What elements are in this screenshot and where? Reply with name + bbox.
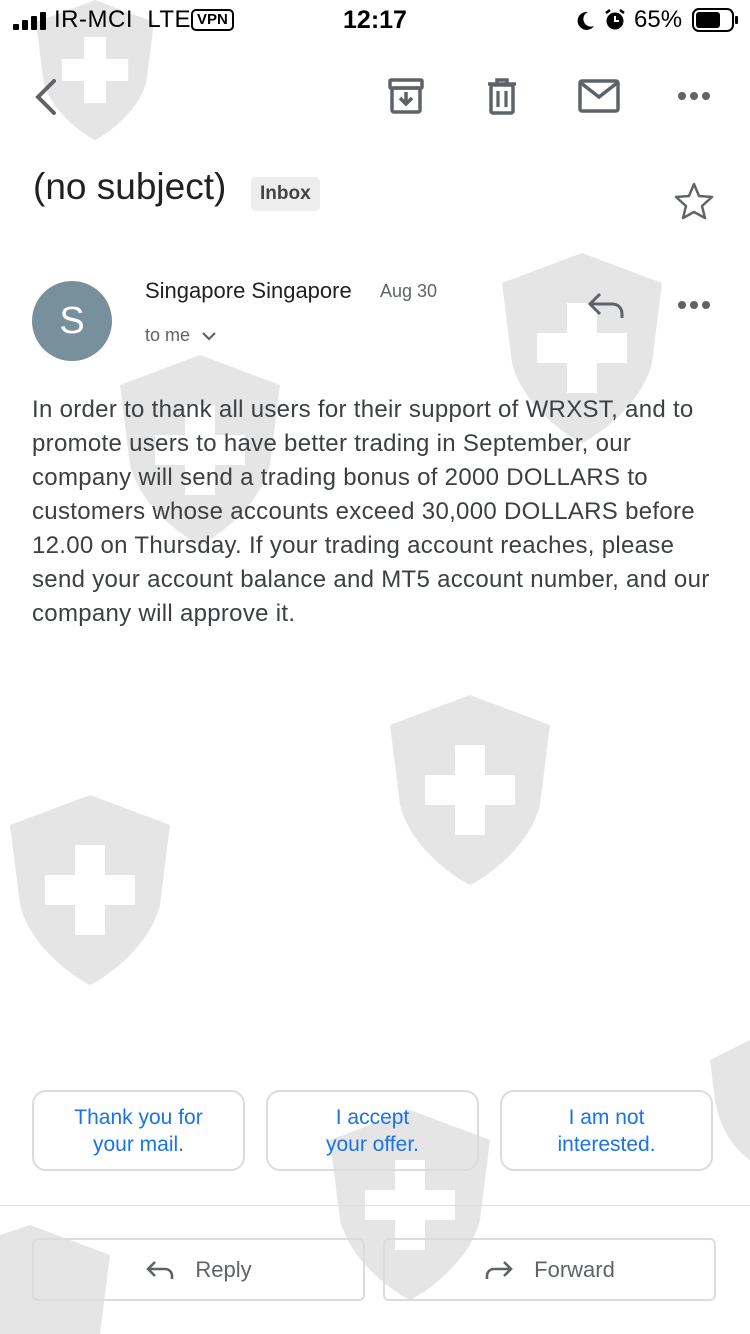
star-button[interactable] bbox=[670, 178, 718, 224]
mark-unread-button[interactable] bbox=[572, 70, 626, 122]
smart-reply-thank-you[interactable]: Thank you for your mail. bbox=[32, 1090, 245, 1171]
reply-label: Reply bbox=[195, 1256, 252, 1282]
mail-icon bbox=[578, 79, 620, 113]
reply-icon-button[interactable] bbox=[582, 284, 630, 326]
sender-avatar[interactable]: S bbox=[32, 281, 112, 361]
back-arrow-icon bbox=[35, 79, 56, 115]
recipient-label: to me bbox=[145, 325, 191, 345]
more-icon bbox=[678, 301, 710, 309]
battery-percent: 65% bbox=[634, 6, 683, 33]
smart-reply-text: interested. bbox=[557, 1132, 656, 1156]
divider bbox=[0, 1205, 750, 1206]
more-options-button[interactable] bbox=[668, 72, 720, 120]
watermark-shield-icon bbox=[710, 1040, 750, 1160]
smart-reply-text: your mail. bbox=[92, 1132, 185, 1156]
moon-icon bbox=[577, 11, 594, 30]
star-icon bbox=[674, 182, 714, 220]
recipient-details-toggle[interactable]: to me bbox=[145, 325, 217, 346]
alarm-icon bbox=[605, 9, 625, 30]
watermark-shield-icon bbox=[390, 695, 550, 885]
battery-icon bbox=[692, 8, 738, 32]
reply-icon bbox=[587, 292, 624, 318]
archive-icon bbox=[388, 78, 424, 114]
trash-icon bbox=[488, 78, 516, 115]
reply-button[interactable]: Reply bbox=[32, 1238, 365, 1301]
chevron-down-icon bbox=[202, 332, 216, 341]
email-date: Aug 30 bbox=[380, 281, 438, 301]
smart-reply-accept[interactable]: I accept your offer. bbox=[266, 1090, 479, 1171]
smart-reply-text: Thank you for bbox=[74, 1105, 203, 1129]
message-more-button[interactable] bbox=[668, 282, 720, 328]
smart-reply-not-interested[interactable]: I am not interested. bbox=[500, 1090, 713, 1171]
forward-button[interactable]: Forward bbox=[383, 1238, 716, 1301]
delete-button[interactable] bbox=[476, 70, 528, 122]
email-body: In order to thank all users for their su… bbox=[32, 396, 710, 627]
status-bar: IR-MCI LTE VPN 12:17 65% bbox=[0, 0, 750, 40]
sender-name[interactable]: Singapore Singapore bbox=[145, 278, 352, 304]
forward-arrow-icon bbox=[485, 1260, 513, 1279]
smart-reply-text: I am not bbox=[568, 1105, 645, 1129]
forward-label: Forward bbox=[534, 1256, 615, 1282]
more-icon bbox=[678, 92, 710, 100]
inbox-label-chip[interactable]: Inbox bbox=[251, 177, 320, 211]
email-subject: (no subject) bbox=[33, 166, 227, 207]
back-button[interactable] bbox=[22, 70, 72, 124]
archive-button[interactable] bbox=[380, 70, 432, 122]
reply-arrow-icon bbox=[146, 1260, 174, 1279]
smart-reply-text: your offer. bbox=[325, 1132, 419, 1156]
watermark-shield-icon bbox=[10, 795, 170, 985]
smart-reply-text: I accept bbox=[335, 1105, 410, 1129]
